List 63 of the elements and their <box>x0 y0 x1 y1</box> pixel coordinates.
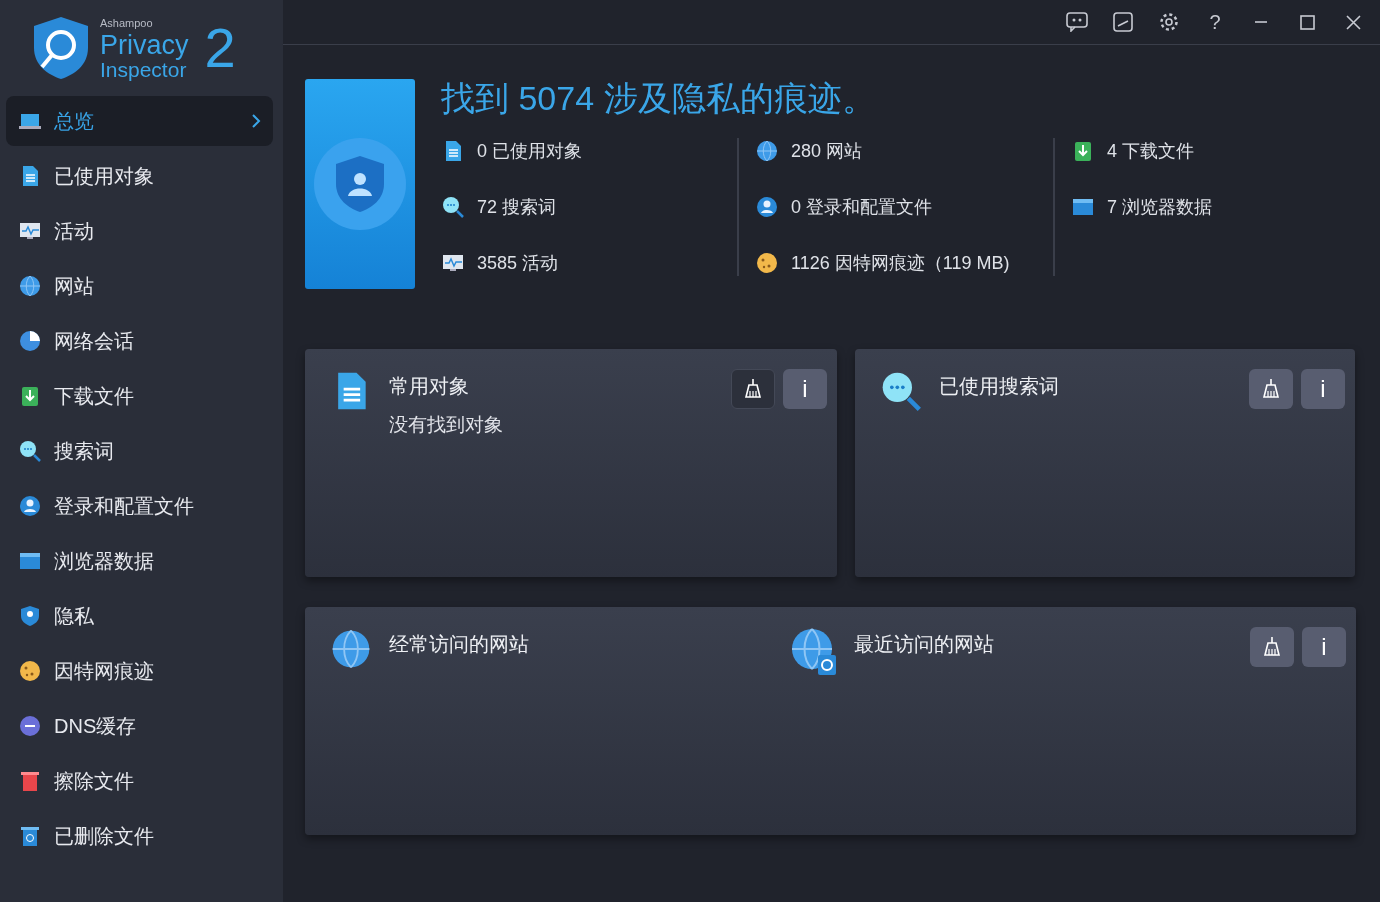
globe-icon <box>18 274 42 298</box>
settings-button[interactable] <box>1158 12 1180 32</box>
sidebar-item[interactable]: 总览 <box>6 96 273 146</box>
sidebar-item[interactable]: 网络会话 <box>6 316 273 366</box>
product-name: Privacy <box>100 31 189 60</box>
sidebar-item[interactable]: 下载文件 <box>6 371 273 421</box>
feedback-button[interactable] <box>1066 12 1088 32</box>
summary-stat: 72 搜索词 <box>477 195 557 219</box>
shield-user-icon <box>312 136 408 232</box>
dns-icon <box>18 714 42 738</box>
feedback-icon <box>1066 12 1088 32</box>
broom-icon <box>1262 636 1282 658</box>
summary-headline: 找到 5074 涉及隐私的痕迹。 <box>441 78 877 119</box>
globe-icon <box>755 139 779 163</box>
sidebar-item[interactable]: 登录和配置文件 <box>6 481 273 531</box>
pie-chart-icon <box>18 329 42 353</box>
sidebar-item[interactable]: 浏览器数据 <box>6 536 273 586</box>
user-icon <box>18 494 42 518</box>
company-name: Ashampoo <box>100 15 154 31</box>
broom-icon <box>1261 378 1281 400</box>
card-title: 已使用搜索词 <box>939 374 1059 399</box>
sidebar-item[interactable]: 搜索词 <box>6 426 273 476</box>
card-message: 没有找到对象 <box>389 413 503 437</box>
close-icon <box>1345 14 1361 30</box>
cookie-icon <box>18 659 42 683</box>
card-title: 最近访问的网站 <box>853 632 994 657</box>
trash-icon <box>18 769 42 793</box>
sidebar-item[interactable]: 网站 <box>6 261 273 311</box>
summary-stat: 4 下载文件 <box>1107 139 1194 163</box>
user-icon <box>755 195 779 219</box>
broom-icon <box>743 378 763 400</box>
summary-stat: 7 浏览器数据 <box>1107 195 1212 219</box>
clean-button[interactable] <box>1249 369 1293 409</box>
search-icon <box>18 439 42 463</box>
summary-stat: 0 已使用对象 <box>477 139 582 163</box>
info-button[interactable]: i <box>1302 627 1346 667</box>
help-button[interactable]: ? <box>1204 12 1226 32</box>
search-icon <box>441 195 465 219</box>
sidebar-item[interactable]: 隐私 <box>6 591 273 641</box>
version-number: 2 <box>204 20 236 76</box>
card-title: 经常访问的网站 <box>389 632 529 657</box>
sidebar-item[interactable]: DNS缓存 <box>6 701 273 751</box>
sidebar-item[interactable]: 擦除文件 <box>6 756 273 806</box>
summary-stat: 3585 活动 <box>477 251 559 275</box>
shield-icon <box>18 604 42 628</box>
sidebar-item[interactable]: 已使用对象 <box>6 151 273 201</box>
recycle-bin-icon <box>18 824 42 848</box>
clean-button[interactable] <box>1250 627 1294 667</box>
summary-stat: 0 登录和配置文件 <box>791 195 932 219</box>
chevron-right-icon <box>251 113 261 129</box>
globe-clock-icon <box>789 627 838 675</box>
summary-stat: 280 网站 <box>791 139 863 163</box>
product-name: Inspector <box>100 59 187 82</box>
info-button[interactable]: i <box>1301 369 1345 409</box>
summary-stat: 1126 因特网痕迹（119 MB) <box>791 251 1010 275</box>
sidebar-item[interactable]: 因特网痕迹 <box>6 646 273 696</box>
sidebar-item[interactable]: 活动 <box>6 206 273 256</box>
info-button[interactable]: i <box>783 369 827 409</box>
sidebar-item[interactable]: 已删除文件 <box>6 811 273 861</box>
cookie-icon <box>755 251 779 275</box>
card-title: 常用对象 <box>389 374 470 399</box>
maximize-icon <box>1299 14 1315 30</box>
settings-icon <box>1159 12 1179 32</box>
